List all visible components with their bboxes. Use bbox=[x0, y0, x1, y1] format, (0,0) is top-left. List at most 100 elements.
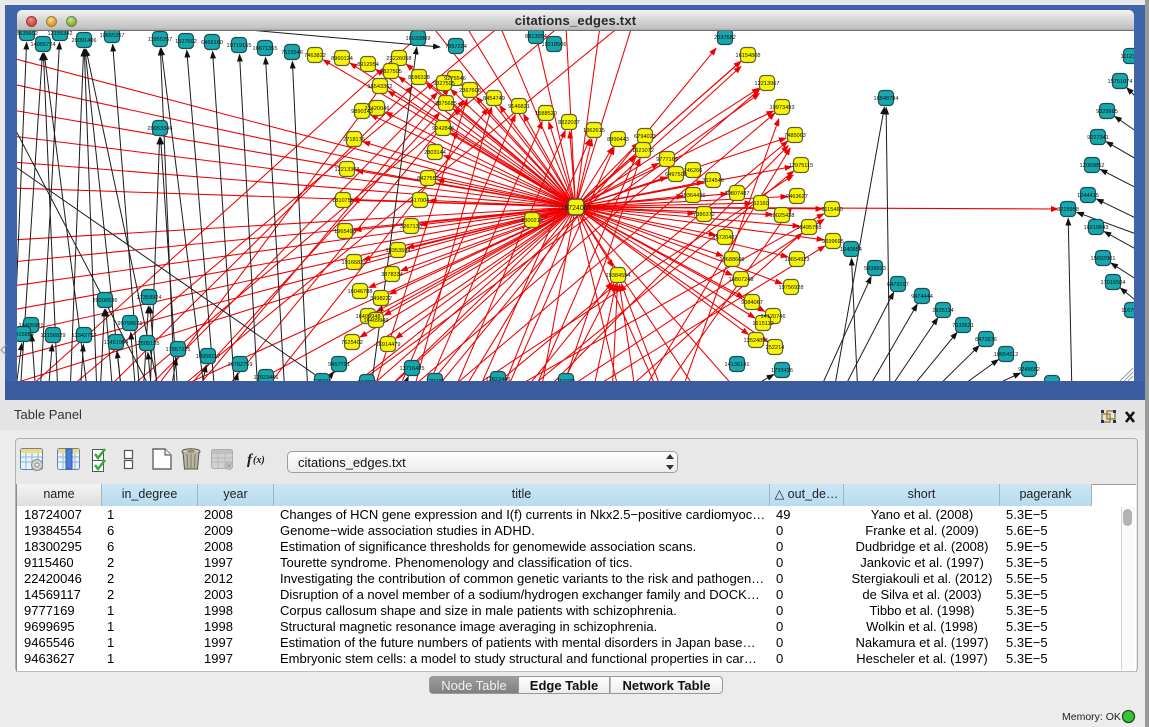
svg-text:252214: 252214 bbox=[766, 345, 785, 351]
svg-text:6794023: 6794023 bbox=[634, 134, 656, 140]
svg-text:18724007: 18724007 bbox=[560, 205, 591, 212]
svg-text:6466160: 6466160 bbox=[201, 40, 223, 46]
svg-text:16154808: 16154808 bbox=[736, 53, 761, 59]
svg-text:19218506: 19218506 bbox=[542, 42, 567, 48]
svg-text:10654112: 10654112 bbox=[994, 352, 1018, 358]
svg-text:9146821: 9146821 bbox=[508, 104, 530, 110]
svg-text:16465901: 16465901 bbox=[19, 323, 44, 329]
svg-text:1244415: 1244415 bbox=[1077, 193, 1099, 199]
svg-text:16782759: 16782759 bbox=[228, 362, 253, 368]
svg-text:10958117: 10958117 bbox=[196, 354, 220, 360]
svg-text:13716485: 13716485 bbox=[400, 366, 425, 372]
svg-text:9699695: 9699695 bbox=[822, 239, 844, 245]
svg-text:99758671: 99758671 bbox=[118, 321, 143, 327]
svg-text:11451954: 11451954 bbox=[104, 340, 128, 346]
svg-text:9242848: 9242848 bbox=[432, 126, 454, 132]
svg-text:11955257: 11955257 bbox=[148, 37, 172, 43]
svg-text:(x): (x) bbox=[253, 455, 265, 466]
svg-text:1112324: 1112324 bbox=[1121, 54, 1134, 60]
svg-text:12923466: 12923466 bbox=[254, 375, 279, 381]
svg-text:1588520: 1588520 bbox=[535, 111, 557, 117]
svg-text:20091406: 20091406 bbox=[72, 38, 97, 44]
svg-text:8322037: 8322037 bbox=[558, 120, 580, 126]
svg-text:12155342: 12155342 bbox=[48, 31, 73, 37]
svg-text:12213363: 12213363 bbox=[335, 167, 360, 173]
svg-text:17016504: 17016504 bbox=[1101, 280, 1126, 286]
svg-text:18807249: 18807249 bbox=[729, 277, 754, 283]
svg-text:1362615: 1362615 bbox=[583, 128, 605, 134]
svg-text:18654923: 18654923 bbox=[785, 257, 810, 263]
svg-text:2300213: 2300213 bbox=[521, 218, 543, 224]
svg-text:9463627: 9463627 bbox=[786, 194, 808, 200]
svg-text:16648784: 16648784 bbox=[874, 96, 899, 102]
svg-text:12093852: 12093852 bbox=[1080, 163, 1105, 169]
svg-text:9327505: 9327505 bbox=[433, 81, 455, 87]
svg-text:12213967: 12213967 bbox=[755, 81, 780, 87]
svg-text:19756928: 19756928 bbox=[779, 285, 804, 291]
svg-text:10688609: 10688609 bbox=[720, 257, 745, 263]
svg-text:129235: 129235 bbox=[426, 379, 445, 381]
svg-text:9329965: 9329965 bbox=[1096, 109, 1118, 115]
svg-text:3915954: 3915954 bbox=[17, 332, 34, 338]
svg-text:7357224: 7357224 bbox=[445, 44, 467, 50]
svg-text:5938923: 5938923 bbox=[864, 266, 886, 272]
svg-text:14120746: 14120746 bbox=[761, 314, 786, 320]
svg-text:20364436: 20364436 bbox=[681, 193, 706, 199]
svg-text:1733426: 1733426 bbox=[771, 368, 793, 374]
svg-text:6497508: 6497508 bbox=[665, 172, 687, 178]
svg-text:1615112: 1615112 bbox=[752, 321, 773, 327]
svg-text:3498222: 3498222 bbox=[370, 296, 392, 302]
svg-text:1527602: 1527602 bbox=[175, 39, 197, 45]
svg-text:13524851: 13524851 bbox=[744, 338, 769, 344]
svg-text:15692901: 15692901 bbox=[1091, 256, 1116, 262]
svg-text:2935114: 2935114 bbox=[932, 308, 953, 314]
svg-text:8454749: 8454749 bbox=[483, 96, 505, 102]
svg-text:16543362: 16543362 bbox=[368, 84, 393, 90]
svg-text:9827505: 9827505 bbox=[380, 69, 402, 75]
svg-text:13353594: 13353594 bbox=[386, 248, 411, 254]
svg-text:16046788: 16046788 bbox=[348, 289, 373, 295]
svg-text:1810755: 1810755 bbox=[332, 198, 354, 204]
svg-text:8635602: 8635602 bbox=[17, 31, 38, 37]
svg-text:9474444: 9474444 bbox=[911, 294, 933, 300]
svg-text:15720407: 15720407 bbox=[713, 235, 738, 241]
svg-text:7485063: 7485063 bbox=[784, 133, 806, 139]
svg-text:6479197: 6479197 bbox=[887, 282, 909, 288]
svg-text:10719155: 10719155 bbox=[227, 43, 252, 49]
svg-text:12975115: 12975115 bbox=[789, 163, 813, 169]
svg-text:3878334: 3878334 bbox=[381, 272, 403, 278]
svg-text:12823446: 12823446 bbox=[486, 377, 511, 381]
svg-text:2718176: 2718176 bbox=[343, 137, 365, 143]
svg-text:14055724: 14055724 bbox=[31, 42, 56, 48]
svg-text:16033809: 16033809 bbox=[406, 36, 431, 42]
svg-text:20206536: 20206536 bbox=[93, 298, 118, 304]
svg-text:9227341: 9227341 bbox=[1087, 135, 1109, 141]
svg-text:14136141: 14136141 bbox=[725, 362, 750, 368]
svg-text:2367608: 2367608 bbox=[459, 88, 481, 94]
svg-text:1640954: 1640954 bbox=[840, 247, 862, 253]
svg-text:16914479: 16914479 bbox=[376, 342, 401, 348]
svg-text:417004: 417004 bbox=[411, 198, 430, 204]
svg-text:3624546: 3624546 bbox=[702, 178, 724, 184]
svg-text:2037682: 2037682 bbox=[714, 35, 736, 41]
svg-text:12342757: 12342757 bbox=[72, 333, 97, 339]
svg-text:1965498: 1965498 bbox=[334, 229, 356, 235]
svg-text:3875685: 3875685 bbox=[435, 101, 457, 107]
svg-text:7632621: 7632621 bbox=[952, 323, 974, 329]
svg-text:13495798: 13495798 bbox=[797, 225, 822, 231]
svg-text:19384554: 19384554 bbox=[606, 273, 631, 279]
svg-text:7463822: 7463822 bbox=[304, 53, 326, 59]
svg-text:17359924: 17359924 bbox=[137, 295, 162, 301]
svg-text:9890143: 9890143 bbox=[351, 109, 373, 115]
svg-text:7625402: 7625402 bbox=[341, 340, 363, 346]
svg-text:19166825: 19166825 bbox=[342, 260, 367, 266]
svg-text:7515546: 7515546 bbox=[281, 50, 303, 56]
svg-text:8186328: 8186328 bbox=[408, 75, 430, 81]
svg-text:167253: 167253 bbox=[358, 380, 377, 381]
svg-text:16671355: 16671355 bbox=[253, 46, 278, 52]
svg-text:2803144: 2803144 bbox=[424, 150, 446, 156]
svg-text:128234: 128234 bbox=[313, 379, 332, 381]
svg-text:7386372: 7386372 bbox=[693, 212, 715, 218]
svg-text:167435: 167435 bbox=[557, 379, 576, 381]
svg-text:1167533: 1167533 bbox=[1121, 308, 1134, 314]
